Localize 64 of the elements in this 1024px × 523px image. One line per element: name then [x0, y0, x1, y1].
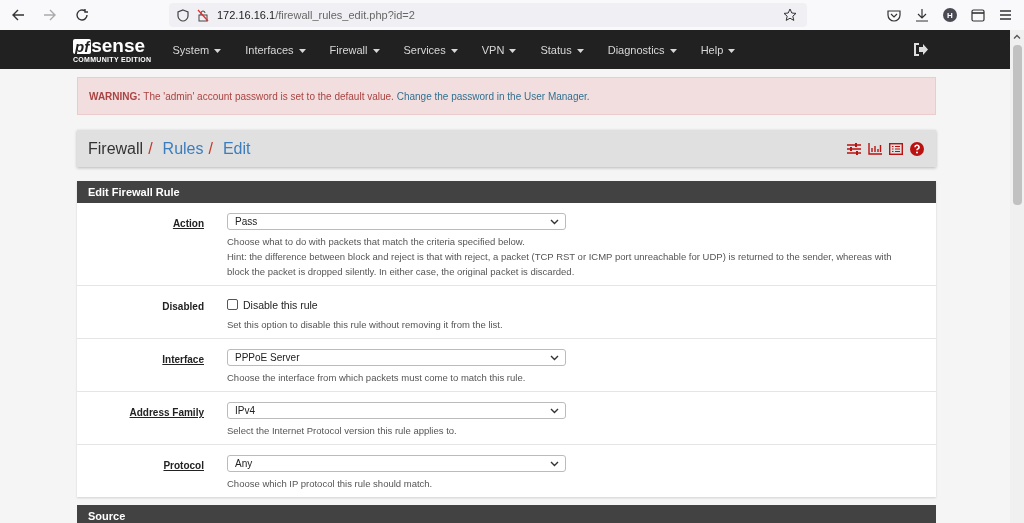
nav-menu[interactable]: VPN	[481, 43, 517, 56]
scrollbar[interactable]	[1010, 30, 1024, 523]
breadcrumb-separator: /	[148, 139, 153, 158]
chevron-down-icon	[550, 218, 559, 225]
dropdown-select[interactable]: IPv4	[227, 402, 566, 419]
scroll-up-icon[interactable]	[1013, 34, 1021, 39]
logout-icon[interactable]	[913, 43, 928, 56]
help-icon[interactable]	[910, 141, 924, 156]
nav-menu[interactable]: Help	[700, 43, 736, 56]
bar-chart-icon[interactable]	[868, 142, 882, 155]
chevron-down-icon	[550, 460, 559, 467]
pocket-icon[interactable]	[887, 8, 901, 22]
caret-icon	[450, 48, 458, 53]
url-text: 172.16.16.1/firewall_rules_edit.php?id=2	[217, 9, 415, 21]
download-icon[interactable]	[915, 8, 929, 22]
nav-menu[interactable]: Interfaces	[245, 43, 306, 56]
caret-icon	[669, 48, 677, 53]
help-text: Choose what to do with packets that match the criteria specified below.	[227, 235, 526, 249]
dropdown-select[interactable]: Pass	[227, 213, 566, 230]
panel-heading: Edit Firewall Rule	[77, 181, 936, 203]
warning-message: WARNING: The 'admin' account password is set to the default value. Change the password in the User Manager.	[89, 90, 590, 102]
profile-avatar[interactable]: H	[943, 8, 957, 22]
panel-heading: Source	[77, 505, 936, 523]
field-label[interactable]: Protocol	[163, 460, 204, 471]
breadcrumb-text: Firewall	[88, 139, 144, 158]
menu-icon[interactable]	[999, 9, 1012, 21]
help-text: Select the Internet Protocol version this rule applies to.	[227, 424, 458, 438]
nav-menu[interactable]: Diagnostics	[607, 43, 677, 56]
chevron-down-icon	[550, 407, 559, 414]
sliders-icon[interactable]	[847, 142, 861, 155]
field-label: Disabled	[162, 301, 204, 312]
star-icon[interactable]	[783, 8, 797, 22]
window-icon[interactable]	[971, 8, 985, 22]
caret-icon	[214, 48, 222, 53]
dropdown-select[interactable]: Any	[227, 455, 566, 472]
field-label[interactable]: Action	[172, 218, 204, 229]
caret-icon	[298, 48, 306, 53]
nav-menu[interactable]: Status	[540, 43, 584, 56]
back-icon[interactable]	[11, 8, 25, 22]
nav-menu[interactable]: System	[172, 43, 222, 56]
user-manager-link[interactable]: Change the password in the User Manager.	[396, 90, 590, 102]
caret-icon	[576, 48, 584, 53]
insecure-lock-icon	[197, 8, 209, 22]
nav-menu[interactable]: Firewall	[329, 43, 380, 56]
breadcrumb-separator: /	[208, 139, 213, 158]
help-text: Set this option to disable this rule without removing it from the list.	[227, 318, 504, 332]
field-label[interactable]: Interface	[162, 354, 204, 365]
scrollbar-thumb[interactable]	[1012, 45, 1022, 205]
list-icon[interactable]	[889, 142, 903, 155]
checkbox[interactable]	[227, 299, 238, 310]
help-text: Choose which IP protocol this rule should match.	[227, 477, 434, 491]
caret-icon	[728, 48, 736, 53]
reload-icon[interactable]	[75, 8, 89, 22]
field-label[interactable]: Address Family	[129, 407, 204, 418]
caret-icon	[372, 48, 380, 53]
checkbox-label[interactable]: Disable this rule	[243, 298, 318, 311]
chevron-down-icon	[550, 354, 559, 361]
nav-menu[interactable]: Services	[403, 43, 458, 56]
caret-icon	[509, 48, 517, 53]
shield-icon	[177, 8, 189, 22]
help-text: Hint: the difference between block and reject is that with reject, a packet (TCP RST or ICMP port unreachable for UDP) is returned to the sender, whereas with block the packet is dropped silently. In either case, the original packet is discarded.	[227, 250, 893, 279]
dropdown-select[interactable]: PPPoE Server	[227, 349, 566, 366]
address-bar[interactable]: 172.16.16.1/firewall_rules_edit.php?id=2	[169, 3, 807, 27]
help-text: Choose the interface from which packets must come to match this rule.	[227, 371, 527, 385]
